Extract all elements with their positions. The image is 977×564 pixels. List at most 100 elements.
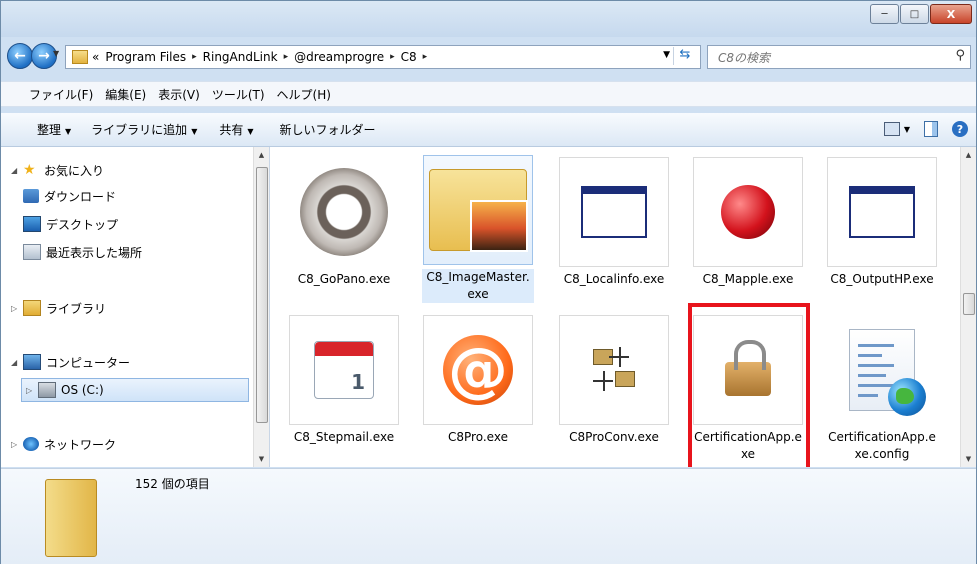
menu-tools[interactable]: ツール(T)	[206, 86, 271, 103]
breadcrumb-ringandlink[interactable]: RingAndLink	[203, 50, 278, 64]
scroll-down-icon[interactable]: ▼	[254, 451, 269, 467]
preview-pane-icon[interactable]	[924, 121, 938, 137]
tree-item-desktop[interactable]: デスクトップ	[23, 213, 118, 235]
file-item[interactable]: 1 C8_Stepmail.exe	[288, 315, 400, 446]
star-icon: ★	[23, 162, 36, 178]
scroll-down-icon[interactable]: ▼	[961, 451, 976, 467]
view-icon	[883, 122, 900, 136]
application-window-icon	[581, 186, 647, 238]
expand-arrow-icon[interactable]: ▷	[26, 386, 38, 395]
breadcrumb-separator[interactable]: ▸	[192, 52, 197, 62]
new-folder-button[interactable]: 新しいフォルダー	[280, 121, 376, 138]
scrollbar-thumb[interactable]	[963, 293, 975, 315]
minimize-button[interactable]: ─	[870, 4, 899, 24]
expand-arrow-icon[interactable]: ◢	[11, 358, 23, 367]
file-item[interactable]: C8_Localinfo.exe	[558, 157, 670, 288]
address-bar[interactable]: « Program Files ▸ RingAndLink ▸ @dreampr…	[65, 45, 701, 69]
breadcrumb-overflow[interactable]: «	[92, 50, 99, 64]
desktop-icon	[23, 216, 41, 232]
back-arrow-icon: ←	[14, 48, 26, 64]
item-count: 152 個の項目	[135, 477, 210, 491]
file-item[interactable]: C8_Mapple.exe	[692, 157, 804, 288]
file-thumbnail	[289, 157, 399, 267]
file-item[interactable]: C8ProConv.exe	[558, 315, 670, 446]
file-item[interactable]: C8_ImageMaster.exe	[422, 155, 534, 303]
file-name: C8_ImageMaster.exe	[422, 269, 534, 303]
file-thumbnail	[559, 157, 669, 267]
calendar-icon: 1	[314, 341, 374, 399]
scrollbar-thumb[interactable]	[256, 167, 268, 423]
command-bar: 整理 ▼ ライブラリに追加 ▼ 共有 ▼ 新しいフォルダー ▼ ?	[1, 113, 976, 147]
window-controls: ─ □ X	[869, 4, 972, 24]
breadcrumb-separator[interactable]: ▸	[423, 52, 428, 62]
details-pane: 152 個の項目	[1, 468, 976, 564]
file-item[interactable]: @ C8Pro.exe	[422, 315, 534, 446]
title-bar: ─ □ X	[1, 1, 976, 37]
file-item[interactable]: CertificationApp.exe.config	[826, 315, 938, 463]
menu-help[interactable]: ヘルプ(H)	[271, 86, 337, 103]
expand-arrow-icon[interactable]: ▷	[11, 304, 23, 313]
add-to-library-button[interactable]: ライブラリに追加 ▼	[91, 121, 197, 138]
file-name: C8_Localinfo.exe	[563, 272, 665, 286]
file-item[interactable]: C8_OutputHP.exe	[826, 157, 938, 288]
image-master-icon	[429, 169, 528, 252]
menu-file[interactable]: ファイル(F)	[23, 86, 99, 103]
search-box[interactable]: ⚲	[707, 45, 971, 69]
menu-edit[interactable]: 編集(E)	[99, 86, 152, 103]
file-thumbnail: 1	[289, 315, 399, 425]
share-button[interactable]: 共有 ▼	[219, 121, 253, 138]
tree-item-network[interactable]: ▷ ネットワーク	[11, 433, 116, 455]
tree-item-favorites[interactable]: ◢ ★ お気に入り	[11, 159, 104, 181]
tree-item-downloads[interactable]: ダウンロード	[23, 185, 116, 207]
explorer-window: ─ □ X ← → ▼ « Program Files ▸ RingAndLin…	[0, 0, 977, 564]
tree-item-libraries[interactable]: ▷ ライブラリ	[11, 297, 106, 319]
menu-bar: ファイル(F) 編集(E) 表示(V) ツール(T) ヘルプ(H)	[1, 81, 976, 107]
forward-arrow-icon: →	[38, 48, 50, 64]
change-view-button[interactable]: ▼	[883, 122, 910, 136]
breadcrumb-separator[interactable]: ▸	[284, 52, 289, 62]
downloads-icon	[23, 189, 39, 203]
file-name: C8_Stepmail.exe	[293, 430, 395, 444]
file-name: C8_GoPano.exe	[297, 272, 391, 286]
content-scrollbar[interactable]: ▲ ▼	[960, 147, 976, 467]
file-name: C8_Mapple.exe	[702, 272, 794, 286]
file-thumbnail	[559, 315, 669, 425]
address-dropdown-icon[interactable]: ▼	[663, 50, 670, 60]
breadcrumb-c8[interactable]: C8	[401, 50, 417, 64]
breadcrumb-dreamprogre[interactable]: @dreamprogre	[294, 50, 384, 64]
chevron-down-icon: ▼	[903, 124, 910, 134]
nav-scrollbar[interactable]: ▲ ▼	[253, 147, 269, 467]
help-icon[interactable]: ?	[952, 121, 968, 137]
maximize-button[interactable]: □	[900, 4, 929, 24]
back-button[interactable]: ←	[7, 43, 33, 69]
tree-item-os-drive[interactable]: ▷ OS (C:)	[21, 378, 249, 402]
network-icon	[23, 437, 39, 451]
breadcrumb-program-files[interactable]: Program Files	[105, 50, 186, 64]
file-name: C8Pro.exe	[448, 430, 508, 444]
file-item[interactable]: C8_GoPano.exe	[288, 157, 400, 288]
tree-item-computer[interactable]: ◢ コンピューター	[11, 351, 130, 373]
highlight-box	[688, 303, 810, 467]
expand-arrow-icon[interactable]: ▷	[11, 440, 23, 449]
at-sign-icon: @	[443, 335, 513, 405]
file-name: CertificationApp.exe.config	[828, 430, 936, 461]
config-file-icon	[849, 329, 926, 416]
breadcrumb-separator[interactable]: ▸	[390, 52, 395, 62]
scroll-up-icon[interactable]: ▲	[254, 147, 269, 163]
file-name: C8_OutputHP.exe	[830, 272, 934, 286]
search-input[interactable]	[716, 48, 920, 68]
chevron-down-icon: ▼	[247, 127, 254, 136]
recent-places-icon	[23, 244, 41, 260]
address-row: ← → ▼ « Program Files ▸ RingAndLink ▸ @d…	[1, 39, 976, 73]
recent-pages-dropdown[interactable]: ▼	[53, 49, 59, 58]
search-icon[interactable]: ⚲	[955, 48, 965, 63]
scroll-up-icon[interactable]: ▲	[961, 147, 976, 163]
chevron-down-icon: ▼	[191, 127, 198, 136]
tree-item-recent-places[interactable]: 最近表示した場所	[23, 241, 142, 263]
close-button[interactable]: X	[930, 4, 972, 24]
refresh-icon[interactable]: ⇆	[673, 47, 696, 65]
organize-button[interactable]: 整理 ▼	[37, 121, 71, 138]
expand-arrow-icon[interactable]: ◢	[11, 166, 23, 175]
navigation-pane: ◢ ★ お気に入り ダウンロード デスクトップ 最近表示した場所 ▷ ライブラリ	[1, 147, 270, 467]
menu-view[interactable]: 表示(V)	[152, 86, 206, 103]
